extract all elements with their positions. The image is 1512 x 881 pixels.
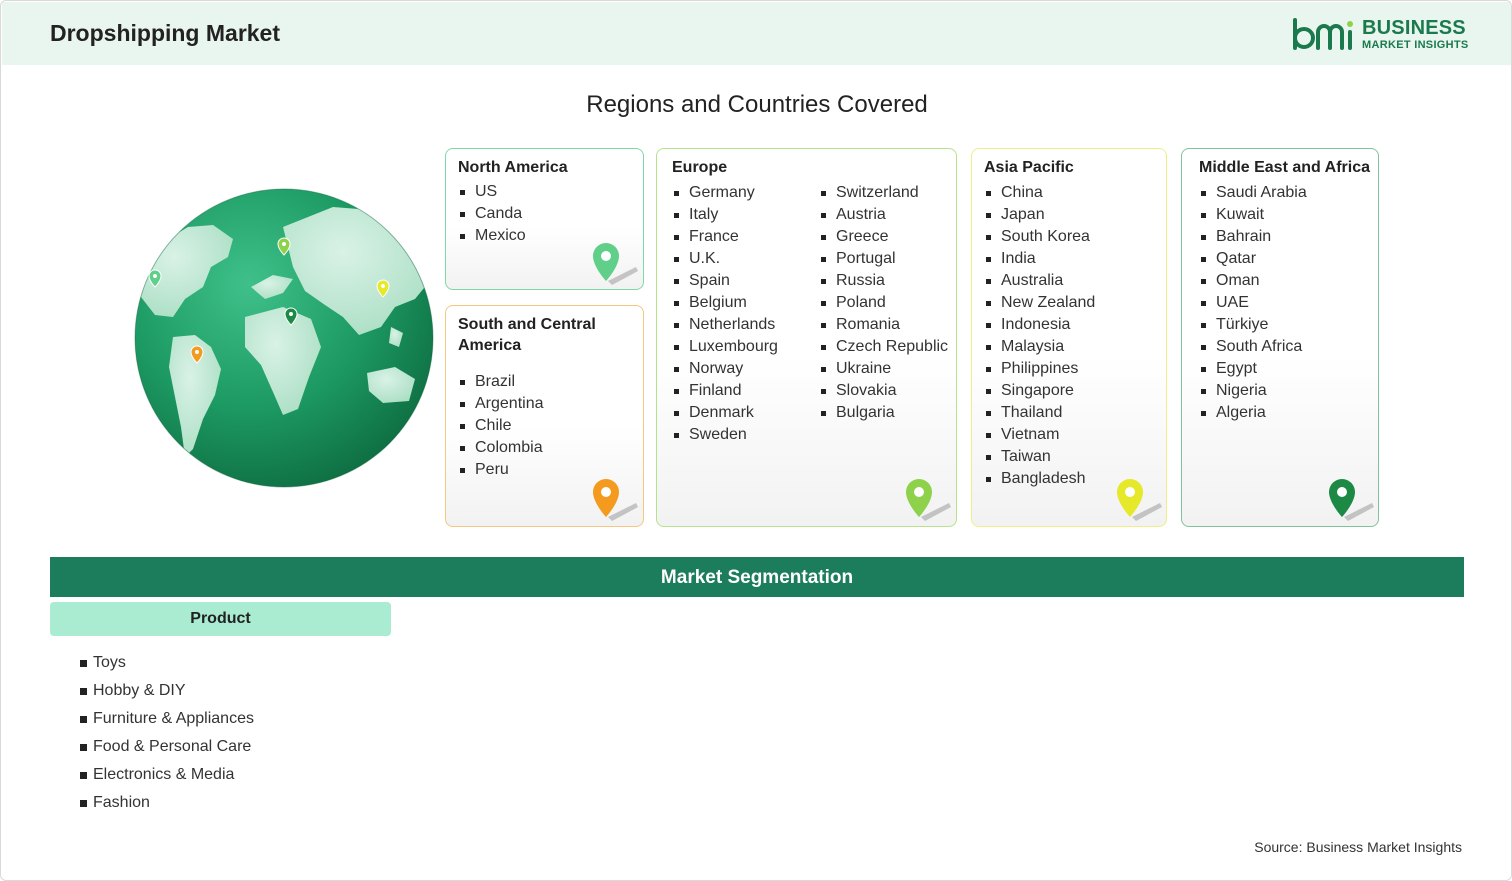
product-item: Furniture & Appliances bbox=[79, 705, 254, 733]
country-item: Philippines bbox=[984, 358, 1095, 380]
country-item: Denmark bbox=[672, 402, 778, 424]
location-pin-icon bbox=[593, 479, 638, 521]
country-item: Japan bbox=[984, 204, 1095, 226]
country-item: Greece bbox=[819, 226, 948, 248]
country-item: Nigeria bbox=[1199, 380, 1307, 402]
country-item: Poland bbox=[819, 292, 948, 314]
product-item: Hobby & DIY bbox=[79, 677, 254, 705]
country-item: Egypt bbox=[1199, 358, 1307, 380]
regions-title: Regions and Countries Covered bbox=[586, 91, 928, 118]
country-item: UAE bbox=[1199, 292, 1307, 314]
country-item: Brazil bbox=[458, 371, 544, 393]
product-item: Food & Personal Care bbox=[79, 733, 254, 761]
country-item: Sweden bbox=[672, 424, 778, 446]
logo-mark-icon bbox=[1293, 18, 1353, 50]
country-item: France bbox=[672, 226, 778, 248]
country-item: Chile bbox=[458, 415, 544, 437]
country-item: Czech Republic bbox=[819, 336, 948, 358]
country-item: Austria bbox=[819, 204, 948, 226]
country-item: Algeria bbox=[1199, 402, 1307, 424]
country-list-europe-col2: Switzerland Austria Greece Portugal Russia Po… bbox=[819, 182, 948, 424]
country-item: Finland bbox=[672, 380, 778, 402]
country-item: Russia bbox=[819, 270, 948, 292]
page-title: Dropshipping Market bbox=[50, 20, 281, 46]
country-list-asia-pacific: China Japan South Korea India Australia New Z… bbox=[984, 182, 1095, 490]
country-item: South Africa bbox=[1199, 336, 1307, 358]
country-list-north-america: US Canda Mexico bbox=[458, 181, 526, 247]
country-item: India bbox=[984, 248, 1095, 270]
country-item: Australia bbox=[984, 270, 1095, 292]
country-item: Malaysia bbox=[984, 336, 1095, 358]
region-title-north-america: North America bbox=[458, 159, 568, 176]
country-item: Slovakia bbox=[819, 380, 948, 402]
globe-illustration bbox=[134, 188, 434, 488]
country-item: South Korea bbox=[984, 226, 1095, 248]
country-item: Thailand bbox=[984, 402, 1095, 424]
country-item: Taiwan bbox=[984, 446, 1095, 468]
country-list-south-central-america: Brazil Argentina Chile Colombia Peru bbox=[458, 371, 544, 481]
country-list-middle-east-africa: Saudi Arabia Kuwait Bahrain Qatar Oman UAE Tür… bbox=[1199, 182, 1307, 424]
country-item: Bahrain bbox=[1199, 226, 1307, 248]
product-item: Electronics & Media bbox=[79, 761, 254, 789]
country-item: Türkiye bbox=[1199, 314, 1307, 336]
country-item: Kuwait bbox=[1199, 204, 1307, 226]
region-card-south-central-america: South and Central America Brazil Argentin… bbox=[445, 305, 644, 527]
source-note: Source: Business Market Insights bbox=[1254, 839, 1462, 855]
country-item: Ukraine bbox=[819, 358, 948, 380]
page-frame: Dropshipping Market BUSINESS MARKET INSI… bbox=[0, 0, 1512, 881]
country-item: Luxembourg bbox=[672, 336, 778, 358]
region-title-south-central-america: South and Central America bbox=[458, 316, 596, 354]
country-item: Bangladesh bbox=[984, 468, 1095, 490]
product-list: Toys Hobby & DIY Furniture & Appliances Foo… bbox=[79, 649, 254, 817]
country-item: Mexico bbox=[458, 225, 526, 247]
region-title-europe: Europe bbox=[672, 159, 728, 176]
region-card-north-america: North America US Canda Mexico bbox=[445, 148, 644, 290]
location-pin-icon bbox=[906, 479, 951, 521]
market-segmentation-bar: Market Segmentation bbox=[50, 557, 1464, 597]
country-item: China bbox=[984, 182, 1095, 204]
country-item: Spain bbox=[672, 270, 778, 292]
region-title-asia-pacific: Asia Pacific bbox=[984, 159, 1074, 176]
country-item: Switzerland bbox=[819, 182, 948, 204]
country-item: Saudi Arabia bbox=[1199, 182, 1307, 204]
country-item: US bbox=[458, 181, 526, 203]
country-item: Colombia bbox=[458, 437, 544, 459]
country-item: Oman bbox=[1199, 270, 1307, 292]
brand-logo: BUSINESS MARKET INSIGHTS bbox=[1292, 16, 1472, 54]
logo-text-business: BUSINESS bbox=[1362, 17, 1466, 39]
country-item: Netherlands bbox=[672, 314, 778, 336]
country-item: Germany bbox=[672, 182, 778, 204]
country-item: Italy bbox=[672, 204, 778, 226]
region-card-asia-pacific: Asia Pacific China Japan South Korea India A… bbox=[971, 148, 1167, 527]
country-item: Peru bbox=[458, 459, 544, 481]
country-item: Qatar bbox=[1199, 248, 1307, 270]
country-item: Romania bbox=[819, 314, 948, 336]
country-item: Argentina bbox=[458, 393, 544, 415]
country-item: Norway bbox=[672, 358, 778, 380]
country-item: Indonesia bbox=[984, 314, 1095, 336]
header-bar: Dropshipping Market BUSINESS MARKET INSI… bbox=[2, 2, 1511, 65]
country-item: Belgium bbox=[672, 292, 778, 314]
product-item: Toys bbox=[79, 649, 254, 677]
country-item: Vietnam bbox=[984, 424, 1095, 446]
country-item: Singapore bbox=[984, 380, 1095, 402]
location-pin-icon bbox=[593, 243, 638, 285]
country-item: U.K. bbox=[672, 248, 778, 270]
tab-product[interactable]: Product bbox=[50, 602, 391, 636]
location-pin-icon bbox=[1329, 479, 1374, 521]
region-card-middle-east-africa: Middle East and Africa Saudi Arabia Kuwai… bbox=[1181, 148, 1379, 527]
country-item: Portugal bbox=[819, 248, 948, 270]
logo-text-market-insights: MARKET INSIGHTS bbox=[1362, 39, 1469, 51]
country-item: Bulgaria bbox=[819, 402, 948, 424]
country-item: New Zealand bbox=[984, 292, 1095, 314]
location-pin-icon bbox=[1117, 479, 1162, 521]
region-card-europe: Europe Germany Italy France U.K. Spain Belgiu… bbox=[656, 148, 957, 527]
region-title-middle-east-africa: Middle East and Africa bbox=[1199, 159, 1370, 176]
product-item: Fashion bbox=[79, 789, 254, 817]
country-item: Canda bbox=[458, 203, 526, 225]
country-list-europe-col1: Germany Italy France U.K. Spain Belgium Nether… bbox=[672, 182, 778, 446]
